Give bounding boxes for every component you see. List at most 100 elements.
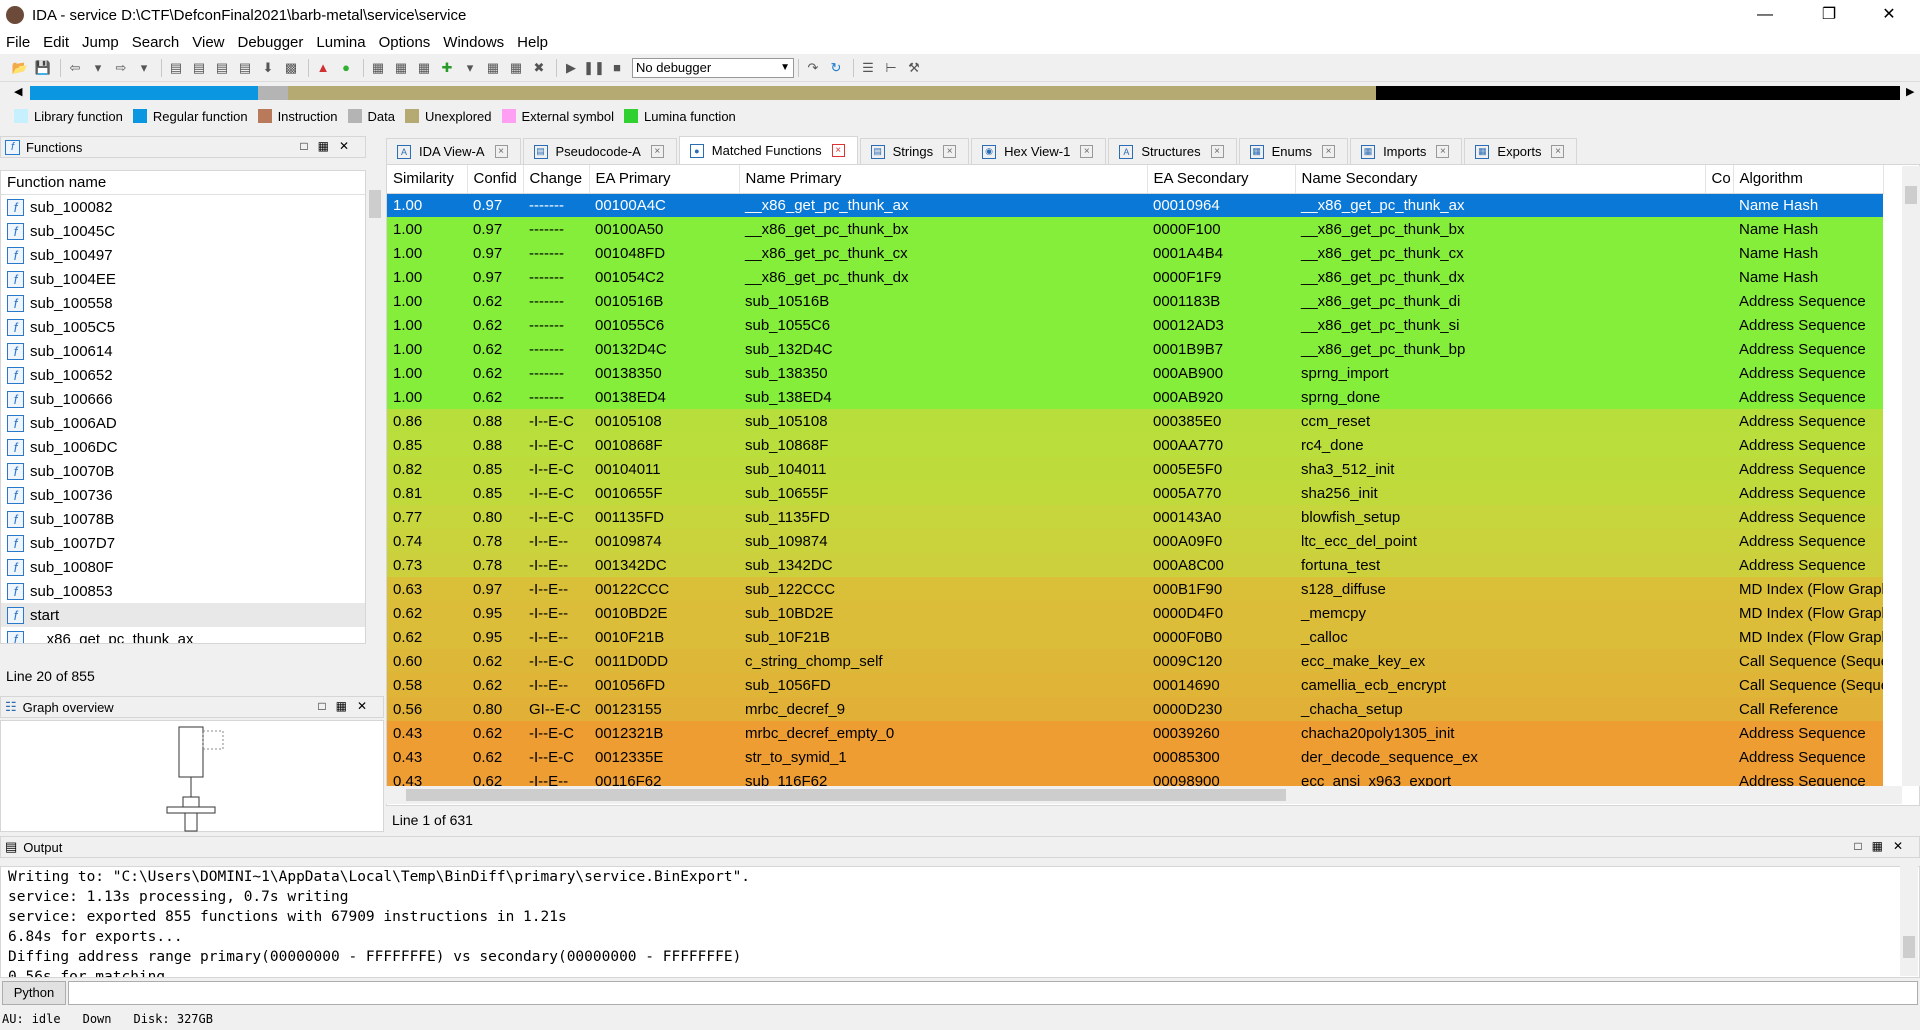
- match-row[interactable]: 1.00 0.97 ------- 001048FD __x86_get_pc_thun…: [387, 241, 1883, 265]
- patch-icon[interactable]: ▩: [281, 58, 301, 78]
- panel-controls[interactable]: □▦✕: [1854, 839, 1913, 853]
- function-list-item[interactable]: f sub_1004EE: [1, 267, 365, 291]
- function-list-item[interactable]: f start: [1, 603, 365, 627]
- play-icon[interactable]: ▶: [561, 58, 581, 78]
- graph-overview[interactable]: [0, 720, 384, 832]
- down-arrow-icon[interactable]: ⬇: [258, 58, 278, 78]
- tab-close-icon[interactable]: ×: [1322, 145, 1336, 158]
- match-row[interactable]: 0.56 0.80 GI--E-C 00123155 mrbc_decref_9 0000…: [387, 697, 1883, 721]
- function-list-item[interactable]: f sub_100082: [1, 195, 365, 219]
- column-header-ea-secondary[interactable]: EA Secondary: [1147, 165, 1296, 194]
- navigation-band[interactable]: ◀ ▶: [0, 82, 1920, 104]
- matched-vscrollbar[interactable]: [1902, 166, 1920, 786]
- tab-close-icon[interactable]: ×: [1080, 145, 1094, 158]
- tab-structures[interactable]: A Structures ×: [1108, 138, 1237, 164]
- refresh-icon[interactable]: ↻: [826, 58, 846, 78]
- function-list-item[interactable]: f sub_1005C5: [1, 315, 365, 339]
- dropdown-icon[interactable]: ▾: [88, 58, 108, 78]
- function-list-item[interactable]: f sub_10080F: [1, 555, 365, 579]
- function-list-item[interactable]: f sub_100736: [1, 483, 365, 507]
- match-row[interactable]: 1.00 0.62 ------- 001055C6 sub_1055C6 00012AD…: [387, 313, 1883, 337]
- match-row[interactable]: 0.77 0.80 -I--E-C 001135FD sub_1135FD 000143A…: [387, 505, 1883, 529]
- nav-left-icon[interactable]: ◀: [14, 85, 22, 98]
- struct-icon[interactable]: ▦: [483, 58, 503, 78]
- tab-ida-view-a[interactable]: A IDA View-A ×: [386, 138, 521, 164]
- column-header-name-secondary[interactable]: Name Secondary: [1295, 165, 1706, 194]
- save-icon[interactable]: 💾: [33, 58, 53, 78]
- tab-close-icon[interactable]: ×: [650, 145, 664, 158]
- graph-icon[interactable]: ▲: [313, 58, 333, 78]
- list-icon[interactable]: ☰: [858, 58, 878, 78]
- column-header-similarity[interactable]: Similarity: [387, 165, 468, 194]
- tab-enums[interactable]: ▦ Enums ×: [1238, 138, 1349, 164]
- match-row[interactable]: 0.85 0.88 -I--E-C 0010868F sub_10868F 000AA77…: [387, 433, 1883, 457]
- function-list-item[interactable]: f sub_100853: [1, 579, 365, 603]
- delete-icon[interactable]: ✖: [529, 58, 549, 78]
- match-row[interactable]: 0.82 0.85 -I--E-C 00104011 sub_104011 0005E5F…: [387, 457, 1883, 481]
- binary-icon[interactable]: ▤: [189, 58, 209, 78]
- tab-imports[interactable]: ▦ Imports ×: [1350, 138, 1463, 164]
- function-list-item[interactable]: f sub_100558: [1, 291, 365, 315]
- match-row[interactable]: 1.00 0.62 ------- 00132D4C sub_132D4C 0001B9B…: [387, 337, 1883, 361]
- column-header-change[interactable]: Change: [523, 165, 590, 194]
- tab-strings[interactable]: ▤ Strings ×: [859, 138, 970, 164]
- dropdown-icon[interactable]: ▾: [134, 58, 154, 78]
- output-scrollbar[interactable]: [1900, 866, 1918, 976]
- tab-close-icon[interactable]: ×: [1551, 145, 1565, 158]
- plugin-icon[interactable]: ✚: [437, 58, 457, 78]
- menu-edit[interactable]: Edit: [43, 34, 69, 51]
- function-list-item[interactable]: f sub_100652: [1, 363, 365, 387]
- column-header-algorithm[interactable]: Algorithm: [1733, 165, 1884, 194]
- nav-right-icon[interactable]: ▶: [1906, 85, 1914, 98]
- match-row[interactable]: 0.58 0.62 -I--E-- 001056FD sub_1056FD 0001469…: [387, 673, 1883, 697]
- function-list-item[interactable]: f sub_10070B: [1, 459, 365, 483]
- function-list-item[interactable]: f sub_100614: [1, 339, 365, 363]
- array-icon[interactable]: ▦: [506, 58, 526, 78]
- open-icon[interactable]: 📂: [10, 58, 30, 78]
- column-header-function-name[interactable]: Function name: [1, 171, 365, 195]
- function-list-item[interactable]: f sub_1006DC: [1, 435, 365, 459]
- binary-icon[interactable]: ▤: [235, 58, 255, 78]
- match-row[interactable]: 1.00 0.62 ------- 00138350 sub_138350 000AB90…: [387, 361, 1883, 385]
- match-row[interactable]: 0.74 0.78 -I--E-- 00109874 sub_109874 000A09F…: [387, 529, 1883, 553]
- match-row[interactable]: 0.62 0.95 -I--E-- 0010BD2E sub_10BD2E 0000D4F…: [387, 601, 1883, 625]
- column-header-ea-primary[interactable]: EA Primary: [589, 165, 740, 194]
- matched-hscrollbar[interactable]: [386, 786, 1902, 804]
- tab-hex-view-1[interactable]: ◉ Hex View-1 ×: [971, 138, 1107, 164]
- close-button[interactable]: ✕: [1866, 0, 1912, 30]
- tab-close-icon[interactable]: ×: [1436, 145, 1450, 158]
- tab-matched-functions[interactable]: ● Matched Functions ×: [678, 136, 858, 164]
- pause-icon[interactable]: ❚❚: [583, 58, 605, 78]
- menu-lumina[interactable]: Lumina: [316, 34, 365, 51]
- menu-windows[interactable]: Windows: [443, 34, 504, 51]
- column-header-co[interactable]: Co: [1705, 165, 1734, 194]
- data-icon[interactable]: ▦: [391, 58, 411, 78]
- match-row[interactable]: 0.62 0.95 -I--E-- 0010F21B sub_10F21B 0000F0B…: [387, 625, 1883, 649]
- match-row[interactable]: 0.60 0.62 -I--E-C 0011D0DD c_string_chomp_se…: [387, 649, 1883, 673]
- function-list-item[interactable]: f sub_100666: [1, 387, 365, 411]
- menu-search[interactable]: Search: [132, 34, 180, 51]
- menu-view[interactable]: View: [192, 34, 224, 51]
- match-row[interactable]: 0.86 0.88 -I--E-C 00105108 sub_105108 000385E…: [387, 409, 1883, 433]
- match-row[interactable]: 0.81 0.85 -I--E-C 0010655F sub_10655F 0005A77…: [387, 481, 1883, 505]
- match-row[interactable]: 1.00 0.97 ------- 00100A50 __x86_get_pc_thun…: [387, 217, 1883, 241]
- tab-close-icon[interactable]: ×: [494, 145, 508, 158]
- match-row[interactable]: 1.00 0.97 ------- 00100A4C __x86_get_pc_thun…: [387, 193, 1883, 217]
- function-list-item[interactable]: f sub_100497: [1, 243, 365, 267]
- tab-close-icon[interactable]: ×: [831, 144, 845, 157]
- match-row[interactable]: 0.73 0.78 -I--E-- 001342DC sub_1342DC 000A8C0…: [387, 553, 1883, 577]
- navigation-bar[interactable]: [30, 86, 1900, 100]
- tool-icon[interactable]: ⚒: [904, 58, 924, 78]
- lumina-icon[interactable]: ●: [336, 58, 356, 78]
- language-button[interactable]: Python: [2, 981, 66, 1005]
- tab-close-icon[interactable]: ×: [1210, 145, 1224, 158]
- panel-controls[interactable]: □▦✕: [318, 699, 377, 713]
- code-icon[interactable]: ▦: [368, 58, 388, 78]
- functions-scrollbar[interactable]: [366, 186, 384, 638]
- step-icon[interactable]: ↷: [803, 58, 823, 78]
- function-list-item[interactable]: f sub_10045C: [1, 219, 365, 243]
- menu-debugger[interactable]: Debugger: [238, 34, 304, 51]
- function-list-item[interactable]: f sub_1007D7: [1, 531, 365, 555]
- binary-icon[interactable]: ▤: [212, 58, 232, 78]
- match-row[interactable]: 0.63 0.97 -I--E-- 00122CCC sub_122CCC 000B1F9…: [387, 577, 1883, 601]
